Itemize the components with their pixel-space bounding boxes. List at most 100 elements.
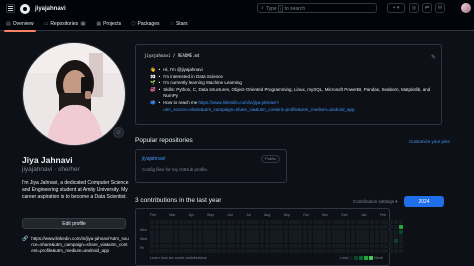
contribution-cell[interactable] xyxy=(288,234,293,239)
contribution-cell[interactable] xyxy=(398,229,403,234)
contribution-cell[interactable] xyxy=(212,243,217,249)
contribution-cell[interactable] xyxy=(154,229,159,234)
contribution-cell[interactable] xyxy=(283,220,289,225)
contribution-cell[interactable] xyxy=(398,239,403,244)
contribution-cell[interactable] xyxy=(341,239,346,244)
contribution-cell[interactable] xyxy=(331,220,336,225)
contribution-cell[interactable] xyxy=(164,220,169,225)
contribution-cell[interactable] xyxy=(236,239,241,244)
contribution-cell[interactable] xyxy=(264,243,269,249)
contribution-cell[interactable] xyxy=(231,220,236,225)
contribution-cell[interactable] xyxy=(226,229,231,234)
contribution-cell[interactable] xyxy=(236,243,241,249)
contribution-cell[interactable] xyxy=(307,229,312,234)
contribution-cell[interactable] xyxy=(274,229,279,234)
contribution-cell[interactable] xyxy=(288,239,293,244)
contribution-cell[interactable] xyxy=(193,239,198,244)
contribution-cell[interactable] xyxy=(312,243,317,249)
contribution-cell[interactable] xyxy=(384,239,389,244)
tab-overview[interactable]: ▤ Overview xyxy=(4,17,36,32)
contribution-cell[interactable] xyxy=(245,220,250,225)
contribution-cell[interactable] xyxy=(154,220,159,225)
contribution-cell[interactable] xyxy=(322,248,327,253)
contribution-cell[interactable] xyxy=(393,224,399,229)
contribution-cell[interactable] xyxy=(202,243,207,249)
contribution-cell[interactable] xyxy=(355,224,360,229)
contribution-cell[interactable] xyxy=(379,234,384,239)
contribution-cell[interactable] xyxy=(393,248,399,253)
contribution-cell[interactable] xyxy=(322,239,327,244)
contribution-cell[interactable] xyxy=(197,243,202,249)
contribution-cell[interactable] xyxy=(231,229,236,234)
contribution-cell[interactable] xyxy=(379,224,384,229)
contribution-cell[interactable] xyxy=(231,224,236,229)
contribution-cell[interactable] xyxy=(355,234,360,239)
contribution-cell[interactable] xyxy=(240,239,246,244)
contribution-cell[interactable] xyxy=(193,220,198,225)
contribution-cell[interactable] xyxy=(259,234,265,239)
contribution-cell[interactable] xyxy=(355,248,360,253)
contribution-cell[interactable] xyxy=(293,243,298,249)
contribution-cell[interactable] xyxy=(283,239,289,244)
contribution-cell[interactable] xyxy=(389,234,394,239)
contribution-cell[interactable] xyxy=(245,239,250,244)
tab-stars[interactable]: ☆ Stars xyxy=(169,17,187,31)
contribution-cell[interactable] xyxy=(197,224,202,229)
contribution-cell[interactable] xyxy=(360,224,365,229)
contribution-cell[interactable] xyxy=(173,220,179,225)
contribution-cell[interactable] xyxy=(341,220,346,225)
contribution-cell[interactable] xyxy=(188,243,193,249)
contribution-cell[interactable] xyxy=(245,243,250,249)
contribution-cell[interactable] xyxy=(178,229,183,234)
profile-website-link[interactable]: 🔗 https://www.linkedin.com/in/jiya-jahna… xyxy=(22,236,130,254)
contribution-cell[interactable] xyxy=(216,234,222,239)
contribution-cell[interactable] xyxy=(317,239,322,244)
contribution-cell[interactable] xyxy=(178,220,183,225)
contribution-cell[interactable] xyxy=(250,239,255,244)
contribution-cell[interactable] xyxy=(150,224,155,229)
profile-avatar[interactable] xyxy=(22,42,126,146)
contribution-cell[interactable] xyxy=(159,248,164,253)
contribution-cell[interactable] xyxy=(360,220,365,225)
contribution-cell[interactable] xyxy=(274,248,279,253)
contribution-cell[interactable] xyxy=(226,234,231,239)
readme-path[interactable]: jiyajahnavi / README.md xyxy=(144,53,199,58)
contribution-cell[interactable] xyxy=(259,239,265,244)
contribution-cell[interactable] xyxy=(369,220,375,225)
contribution-cell[interactable] xyxy=(250,220,255,225)
customize-pins-link[interactable]: Customize your pins xyxy=(409,139,450,144)
contribution-cell[interactable] xyxy=(350,239,355,244)
contribution-cell[interactable] xyxy=(360,239,365,244)
contribution-cell[interactable] xyxy=(240,224,246,229)
contribution-cell[interactable] xyxy=(298,243,303,249)
contribution-cell[interactable] xyxy=(326,224,332,229)
contribution-cell[interactable] xyxy=(336,229,341,234)
contribution-cell[interactable] xyxy=(264,248,269,253)
contribution-cell[interactable] xyxy=(317,243,322,249)
contribution-cell[interactable] xyxy=(274,239,279,244)
contribution-cell[interactable] xyxy=(193,234,198,239)
contribution-cell[interactable] xyxy=(341,248,346,253)
contribution-cell[interactable] xyxy=(389,243,394,249)
contribution-cell[interactable] xyxy=(303,224,308,229)
contribution-cell[interactable] xyxy=(164,248,169,253)
contribution-cell[interactable] xyxy=(207,229,212,234)
contribution-cell[interactable] xyxy=(288,248,293,253)
contribution-cell[interactable] xyxy=(317,229,322,234)
menu-button[interactable] xyxy=(6,4,15,13)
contribution-cell[interactable] xyxy=(374,224,379,229)
contribution-cell[interactable] xyxy=(350,224,355,229)
contribution-cell[interactable] xyxy=(245,224,250,229)
contribution-cell[interactable] xyxy=(216,224,222,229)
edit-profile-button[interactable]: Edit profile xyxy=(22,218,126,229)
contribution-cell[interactable] xyxy=(326,248,332,253)
contribution-cell[interactable] xyxy=(154,224,159,229)
contribution-cell[interactable] xyxy=(207,234,212,239)
contribution-cell[interactable] xyxy=(365,234,370,239)
contribution-cell[interactable] xyxy=(360,229,365,234)
contribution-cell[interactable] xyxy=(245,229,250,234)
contribution-cell[interactable] xyxy=(393,243,399,249)
contribution-cell[interactable] xyxy=(269,229,274,234)
contribution-cell[interactable] xyxy=(303,220,308,225)
contribution-cell[interactable] xyxy=(221,229,226,234)
